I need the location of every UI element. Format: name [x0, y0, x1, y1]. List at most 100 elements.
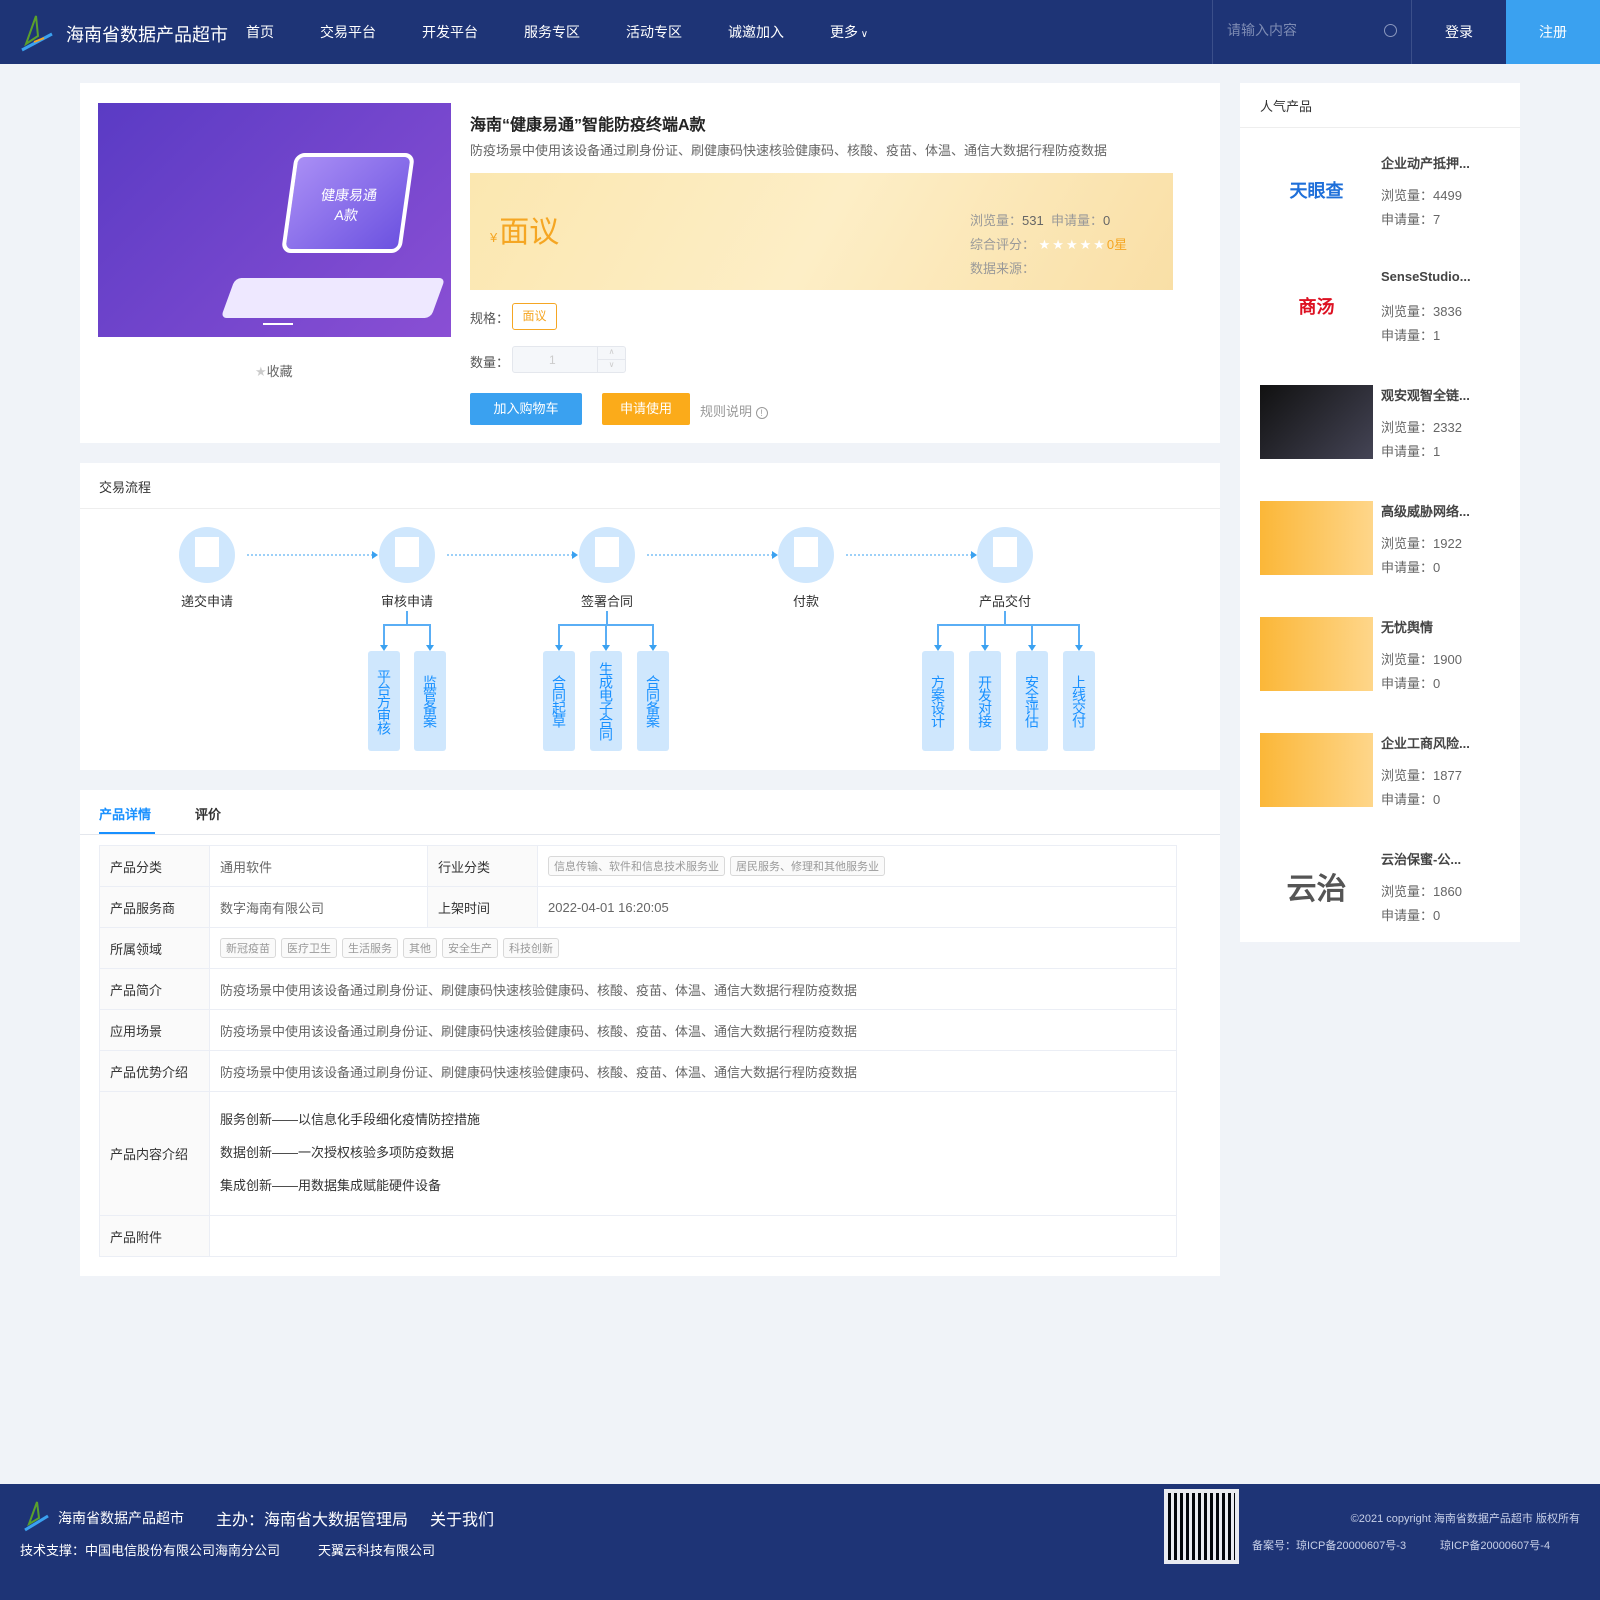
content-value: 服务创新——以信息化手段细化疫情防控措施 数据创新——一次授权核验多项防疫数据 集成… [209, 1091, 1177, 1216]
branch-line [937, 624, 1080, 646]
step-label: 付款 [792, 594, 819, 609]
device-base [220, 278, 446, 318]
tag: 居民服务、修理和其他服务业 [730, 856, 885, 876]
popular-item-name: 无忧舆情 [1381, 620, 1434, 635]
rules-link[interactable]: 规则说明 ! [700, 401, 768, 420]
product-thumbnail: 商汤 [1260, 269, 1373, 343]
tab-details[interactable]: 产品详情 [99, 804, 151, 823]
decrement-icon[interactable]: ∨ [597, 360, 625, 373]
product-image: 健康易通 A款 [98, 103, 451, 337]
domain-tags: 新冠疫苗 医疗卫生 生活服务 其他 安全生产 科技创新 [209, 927, 1177, 969]
register-button[interactable]: 注册 [1506, 0, 1600, 64]
search-box [1212, 0, 1412, 64]
add-to-cart-button[interactable]: 加入购物车 [470, 393, 582, 425]
step-label: 递交申请 [180, 594, 233, 609]
image-subtext: A款 [333, 207, 360, 223]
popular-applies: 申请量：1 [1381, 441, 1440, 460]
product-thumbnail [1260, 617, 1373, 691]
popular-views: 浏览量：4499 [1381, 185, 1462, 204]
increment-icon[interactable]: ∧ [597, 347, 625, 360]
nav-service[interactable]: 服务专区 [524, 22, 580, 42]
popular-item-name: 高级威胁网络... [1381, 504, 1470, 519]
favorite-button[interactable]: ★收藏 [255, 361, 293, 380]
nav-dev[interactable]: 开发平台 [422, 22, 478, 42]
quantity-stepper[interactable]: 1 ∧ ∨ [512, 346, 626, 373]
brand-name[interactable]: 海南省数据产品超市 [66, 21, 228, 47]
content-label: 产品内容介绍 [99, 1091, 210, 1216]
views-label: 浏览量： [1381, 304, 1434, 319]
popular-item-name: 企业工商风险... [1381, 736, 1470, 751]
popular-item-name: SenseStudio... [1381, 269, 1471, 284]
login-button[interactable]: 登录 [1412, 0, 1506, 64]
arrow-head [572, 551, 578, 559]
substep-box: 开发对接 [969, 651, 1001, 751]
content-line: 集成创新——用数据集成赋能硬件设备 [220, 1178, 442, 1193]
popular-item[interactable]: 企业工商风险... 浏览量：1877 申请量：0 [1260, 733, 1510, 809]
search-input[interactable] [1227, 22, 1377, 38]
popular-applies: 申请量：0 [1381, 673, 1440, 692]
tab-reviews[interactable]: 评价 [195, 804, 221, 823]
provider-value: 数字海南有限公司 [209, 886, 428, 928]
host-org: 海南省大数据管理局 [264, 1512, 409, 1529]
footer-support2: 天翼云科技有限公司 [318, 1543, 436, 1558]
arrow-head [971, 551, 977, 559]
popular-item-name: 观安观智全链... [1381, 388, 1470, 403]
step-label: 签署合同 [580, 594, 633, 609]
popular-item[interactable]: 云治 云治保蜜-公... 浏览量：1860 申请量：0 [1260, 849, 1510, 925]
spec-label: 规格： [470, 311, 510, 326]
carousel-indicator[interactable] [263, 323, 293, 325]
nav-more[interactable]: 更多 ∨ [830, 22, 868, 42]
icp-number[interactable]: 备案号：琼ICP备20000607号-3 [1252, 1537, 1406, 1553]
spec-option[interactable]: 面议 [512, 303, 557, 330]
popular-item[interactable]: 高级威胁网络... 浏览量：1922 申请量：0 [1260, 501, 1510, 577]
price: ¥面议 [490, 207, 559, 251]
product-desc: 防疫场景中使用该设备通过刷身份证、刷健康码快速核验健康码、核酸、疫苗、体温、通信… [470, 143, 1108, 158]
popular-item[interactable]: 无忧舆情 浏览量：1900 申请量：0 [1260, 617, 1510, 693]
search-icon[interactable] [1384, 24, 1397, 37]
applies-label: 申请量： [1381, 792, 1434, 807]
thumbnail-logo: 天眼查 [1289, 181, 1344, 201]
document-icon [195, 537, 219, 567]
qr-code [1164, 1489, 1239, 1564]
thumbnail-logo: 商汤 [1298, 297, 1335, 317]
applies-value: 0 [1102, 213, 1111, 228]
product-thumbnail [1260, 501, 1373, 575]
views-value: 1860 [1433, 884, 1462, 899]
views-value: 2332 [1433, 420, 1462, 435]
image-text: 健康易通 [320, 187, 379, 203]
rating-label: 综合评分： [970, 237, 1036, 252]
tag: 其他 [403, 938, 437, 958]
nav-home[interactable]: 首页 [246, 22, 274, 42]
about-link[interactable]: 关于我们 [430, 1506, 494, 1530]
views-value: 531 [1022, 213, 1044, 228]
popular-item[interactable]: 商汤 SenseStudio... 浏览量：3836 申请量：1 [1260, 269, 1510, 345]
views-label: 浏览量： [1381, 652, 1434, 667]
nav-activity[interactable]: 活动专区 [626, 22, 682, 42]
icp-number-2[interactable]: 琼ICP备20000607号-4 [1440, 1537, 1550, 1553]
active-tab-indicator [99, 832, 155, 834]
footer-support: 技术支撑：中国电信股份有限公司海南分公司 [20, 1543, 281, 1558]
category-label: 产品分类 [99, 845, 210, 887]
substep-box: 监管备案 [414, 651, 446, 751]
popular-views: 浏览量：1877 [1381, 765, 1462, 784]
footer: 海南省数据产品超市 主办：海南省大数据管理局 关于我们 技术支撑：中国电信股份有… [0, 1484, 1600, 1600]
nav-trade[interactable]: 交易平台 [320, 22, 376, 42]
tag: 安全生产 [442, 938, 498, 958]
nav-join[interactable]: 诚邀加入 [728, 22, 784, 42]
popular-item[interactable]: 观安观智全链... 浏览量：2332 申请量：1 [1260, 385, 1510, 461]
apply-button[interactable]: 申请使用 [602, 393, 690, 425]
rules-label: 规则说明 [700, 404, 753, 419]
popular-views: 浏览量：1922 [1381, 533, 1462, 552]
popular-item[interactable]: 天眼查 企业动产抵押... 浏览量：4499 申请量：7 [1260, 153, 1510, 229]
intro-value: 防疫场景中使用该设备通过刷身份证、刷健康码快速核验健康码、核酸、疫苗、体温、通信… [209, 968, 1177, 1010]
applies-value: 0 [1433, 792, 1441, 807]
popular-applies: 申请量：1 [1381, 325, 1440, 344]
views-value: 4499 [1433, 188, 1462, 203]
logo-icon [21, 15, 53, 52]
branch-line [383, 624, 431, 646]
copyright: ©2021 copyright 海南省数据产品超市 版权所有 [1350, 1513, 1580, 1525]
source-label: 数据来源： [970, 261, 1036, 276]
qty-label: 数量： [470, 355, 510, 370]
applies-value: 0 [1433, 560, 1441, 575]
price-box: ¥面议 浏览量：531 申请量：0 综合评分： ★★★★★0星 数据来源： [470, 173, 1173, 290]
